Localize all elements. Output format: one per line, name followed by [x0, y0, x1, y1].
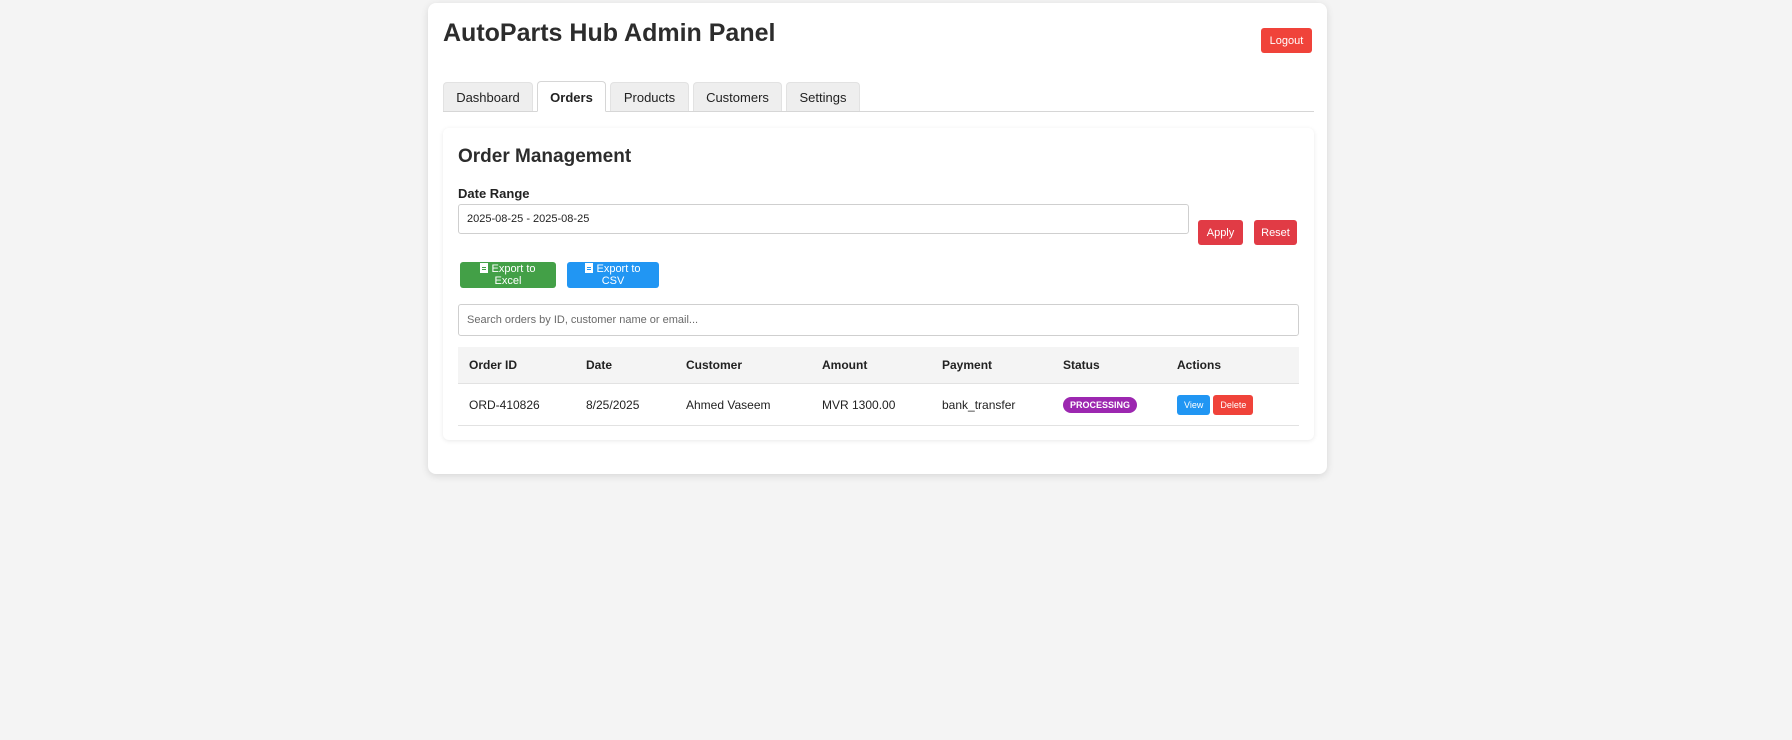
- table-header-row: Order ID Date Customer Amount Payment St…: [458, 347, 1299, 384]
- payment-cell: bank_transfer: [931, 383, 1052, 426]
- column-header-payment: Payment: [931, 347, 1052, 384]
- tab-settings[interactable]: Settings: [786, 82, 860, 111]
- amount-cell: MVR 1300.00: [811, 383, 931, 426]
- search-input[interactable]: [458, 304, 1299, 336]
- date-range-label: Date Range: [458, 186, 530, 201]
- reset-button[interactable]: Reset: [1254, 220, 1297, 245]
- apply-button[interactable]: Apply: [1198, 220, 1243, 245]
- tab-orders[interactable]: Orders: [537, 81, 606, 112]
- export-excel-button[interactable]: Export to Excel: [460, 262, 556, 288]
- tab-bar: Dashboard Orders Products Customers Sett…: [443, 79, 1314, 112]
- order-management-card: Order Management Date Range Apply Reset …: [443, 128, 1314, 440]
- tab-products[interactable]: Products: [610, 82, 689, 111]
- date-cell: 8/25/2025: [575, 383, 675, 426]
- column-header-order-id: Order ID: [458, 347, 575, 384]
- status-cell: PROCESSING: [1052, 383, 1166, 426]
- delete-order-button[interactable]: Delete: [1213, 394, 1254, 415]
- column-header-customer: Customer: [675, 347, 811, 384]
- order-id-cell: ORD-410826: [458, 383, 575, 426]
- page-title: AutoParts Hub Admin Panel: [443, 19, 776, 47]
- logout-button[interactable]: Logout: [1261, 28, 1312, 53]
- export-csv-button[interactable]: Export to CSV: [567, 262, 659, 288]
- orders-table: Order ID Date Customer Amount Payment St…: [458, 347, 1299, 426]
- table-row: ORD-410826 8/25/2025 Ahmed Vaseem MVR 13…: [458, 383, 1299, 426]
- actions-cell: View Delete: [1166, 383, 1299, 426]
- tab-customers[interactable]: Customers: [693, 82, 782, 111]
- status-badge: PROCESSING: [1063, 396, 1138, 413]
- tab-dashboard[interactable]: Dashboard: [443, 82, 533, 111]
- file-excel-icon: [480, 263, 489, 273]
- admin-panel: AutoParts Hub Admin Panel Logout Dashboa…: [428, 3, 1327, 474]
- export-csv-label: Export to CSV: [596, 263, 641, 287]
- column-header-amount: Amount: [811, 347, 931, 384]
- file-csv-icon: [585, 263, 594, 273]
- column-header-status: Status: [1052, 347, 1166, 384]
- customer-cell: Ahmed Vaseem: [675, 383, 811, 426]
- column-header-actions: Actions: [1166, 347, 1299, 384]
- section-title: Order Management: [458, 146, 632, 167]
- export-excel-label: Export to Excel: [491, 263, 536, 287]
- date-range-input[interactable]: [458, 204, 1189, 234]
- column-header-date: Date: [575, 347, 675, 384]
- view-order-button[interactable]: View: [1177, 394, 1211, 415]
